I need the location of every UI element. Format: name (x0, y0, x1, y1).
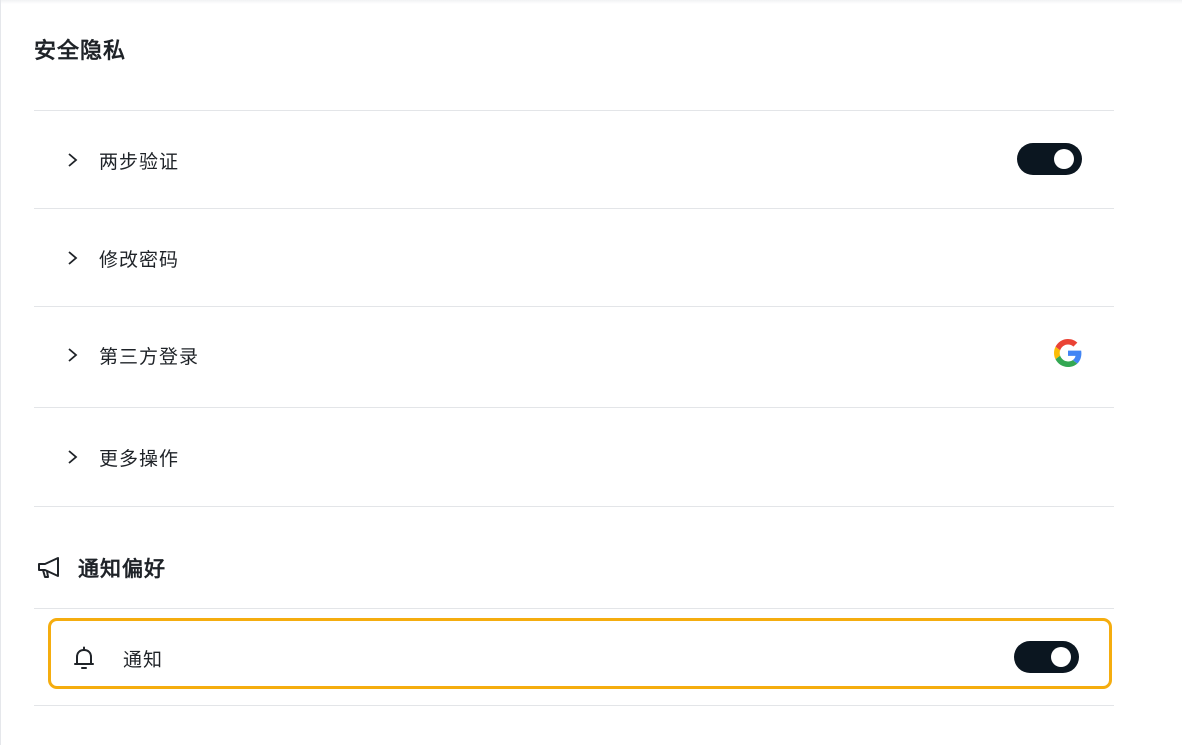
notification-toggle[interactable] (1014, 641, 1079, 673)
toggle-knob (1051, 647, 1071, 667)
divider (34, 705, 1114, 706)
security-item-more-actions[interactable]: 更多操作 (34, 408, 1114, 506)
security-item-change-password[interactable]: 修改密码 (34, 209, 1114, 306)
security-item-third-party-login[interactable]: 第三方登录 (34, 307, 1114, 407)
security-item-two-step[interactable]: 两步验证 (34, 111, 1114, 208)
google-icon (1054, 339, 1082, 367)
megaphone-icon (38, 557, 59, 578)
notification-item-label: 通知 (123, 649, 164, 671)
notification-item[interactable]: 通知 (48, 618, 1112, 689)
divider (34, 506, 1114, 507)
security-item-label: 两步验证 (99, 151, 180, 173)
notifications-section-header: 通知偏好 (36, 551, 166, 585)
settings-page: 安全隐私 两步验证 修改密码 第三方登录 更多操作 通知偏好 通知 (0, 0, 1182, 745)
security-item-label: 第三方登录 (99, 346, 200, 368)
chevron-right-icon (68, 251, 78, 265)
security-item-label: 修改密码 (99, 249, 180, 271)
security-section-title: 安全隐私 (34, 39, 127, 64)
chevron-right-icon (68, 450, 78, 464)
toggle-knob (1054, 149, 1074, 169)
two-step-toggle[interactable] (1017, 143, 1082, 175)
top-shadow (1, 0, 1182, 4)
bell-icon (74, 646, 94, 669)
notifications-section-title: 通知偏好 (78, 557, 166, 581)
chevron-right-icon (68, 153, 78, 167)
chevron-right-icon (68, 348, 78, 362)
divider (34, 608, 1114, 609)
security-item-label: 更多操作 (99, 448, 180, 470)
